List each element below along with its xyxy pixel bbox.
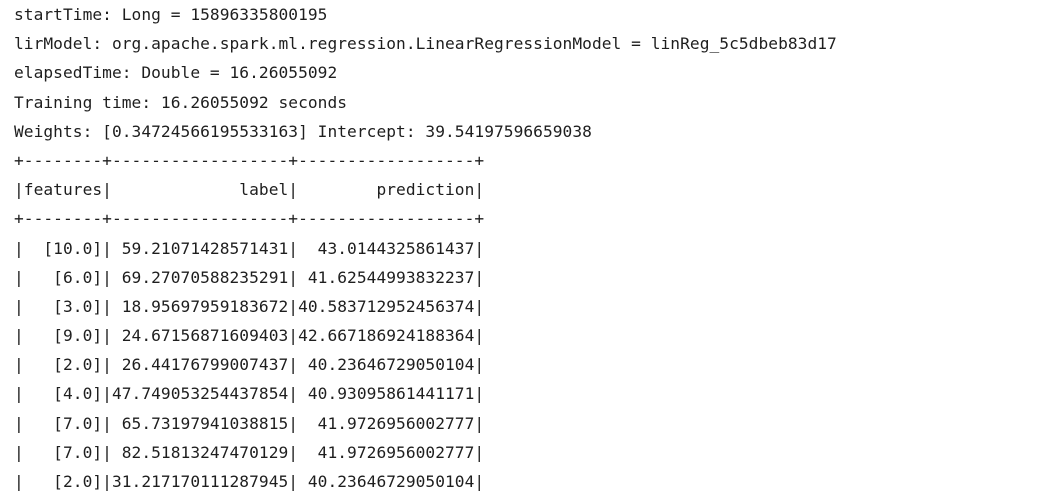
table-row: | [9.0]| 24.67156871609403|42.6671869241… [14, 326, 485, 346]
table-row: | [6.0]| 69.27070588235291| 41.625449938… [14, 267, 485, 287]
table-row: | [10.0]| 59.21071428571431| 43.01443258… [14, 238, 485, 258]
spark-shell-output: startTime: Long = 15896335800195 lirMode… [0, 0, 1040, 492]
table-header: |features| label| prediction| [14, 180, 485, 200]
table-row: | [3.0]| 18.95697959183672|40.5837129524… [14, 296, 485, 316]
table-row: | [7.0]| 65.73197941038815| 41.972695600… [14, 413, 485, 433]
table-top-border: +--------+------------------+-----------… [14, 150, 485, 170]
table-row: | [4.0]|47.749053254437854| 40.930958614… [14, 384, 485, 404]
elapsed-time-line: elapsedTime: Double = 16.26055092 [14, 63, 338, 83]
table-header-border: +--------+------------------+-----------… [14, 209, 485, 229]
weights-intercept-line: Weights: [0.34724566195533163] Intercept… [14, 121, 592, 141]
model-line: lirModel: org.apache.spark.ml.regression… [14, 34, 837, 54]
start-time-line: startTime: Long = 15896335800195 [14, 5, 328, 24]
table-row: | [7.0]| 82.51813247470129| 41.972695600… [14, 442, 485, 462]
table-row: | [2.0]| 26.44176799007437| 40.236467290… [14, 355, 485, 375]
training-time-line: Training time: 16.26055092 seconds [14, 92, 348, 112]
